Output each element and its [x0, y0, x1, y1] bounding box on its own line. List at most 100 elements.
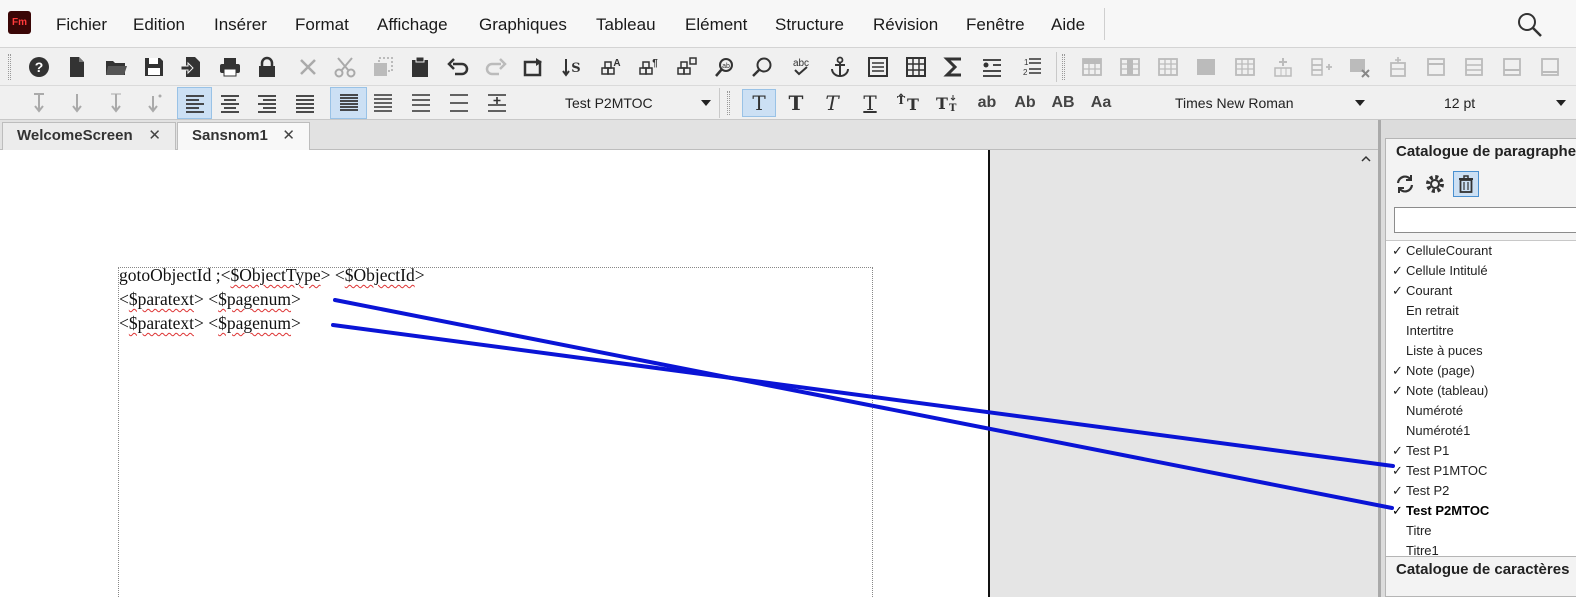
catalog-search-input[interactable] — [1394, 207, 1576, 233]
align-justify-icon[interactable] — [290, 88, 320, 118]
redo-icon[interactable] — [481, 52, 511, 82]
toolbar-grip[interactable] — [727, 91, 730, 115]
paragraph-format-item[interactable]: En retrait — [1386, 301, 1576, 321]
save-as-icon[interactable] — [176, 52, 206, 82]
paragraph-format-item[interactable]: ✓ Test P1MTOC — [1386, 461, 1576, 481]
paragraph-format-item[interactable]: Titre1 — [1386, 541, 1576, 557]
table-delete-icon[interactable] — [1344, 52, 1374, 82]
delete-icon[interactable] — [293, 52, 323, 82]
doc-line-paratext-1[interactable]: <$paratext> <$pagenum> — [119, 289, 301, 310]
titlecase-button[interactable]: Ab — [1008, 89, 1042, 117]
line-spacing-wide-icon[interactable] — [444, 88, 474, 118]
gear-icon[interactable] — [1422, 171, 1448, 197]
table-grid-icon[interactable] — [1230, 52, 1260, 82]
table-insert-row-above-icon[interactable] — [1077, 52, 1107, 82]
toolbar-grip[interactable] — [1062, 54, 1065, 80]
repeat-icon[interactable] — [519, 52, 549, 82]
align-right-icon[interactable] — [252, 88, 282, 118]
menu-fichier[interactable]: Fichier — [56, 14, 107, 36]
smallcaps-button[interactable]: Aa — [1084, 89, 1118, 117]
table-body-row-icon[interactable] — [1459, 52, 1489, 82]
anchor-icon[interactable] — [825, 52, 855, 82]
insert-table-icon[interactable] — [901, 52, 931, 82]
font-size-dropdown[interactable]: 12 pt — [1444, 91, 1568, 115]
menu-fenetre[interactable]: Fenêtre — [966, 14, 1025, 36]
paragraph-format-item[interactable]: Numéroté1 — [1386, 421, 1576, 441]
app-logo-icon[interactable]: Fm — [8, 11, 31, 34]
align-left-icon[interactable] — [177, 87, 212, 119]
table-straddle-icon[interactable] — [1535, 52, 1565, 82]
numbered-list-icon[interactable]: 12 — [1016, 52, 1046, 82]
menu-graphiques[interactable]: Graphiques — [479, 14, 567, 36]
lowercase-button[interactable]: ab — [970, 89, 1004, 117]
help-icon[interactable]: ? — [24, 52, 54, 82]
menu-format[interactable]: Format — [295, 14, 349, 36]
sum-icon[interactable] — [939, 52, 969, 82]
character-designer-icon[interactable]: A — [596, 52, 626, 82]
paragraph-designer-icon[interactable]: ¶ — [634, 52, 664, 82]
menu-tableau[interactable]: Tableau — [596, 14, 656, 36]
save-icon[interactable] — [139, 52, 169, 82]
close-icon[interactable]: ✕ — [148, 123, 161, 149]
paragraph-format-item[interactable]: ✓ Cellule Intitulé — [1386, 261, 1576, 281]
table-header-row-icon[interactable] — [1421, 52, 1451, 82]
menu-inserer[interactable]: Insérer — [214, 14, 267, 36]
undo-icon[interactable] — [443, 52, 473, 82]
align-bottom-icon[interactable] — [101, 88, 131, 118]
print-icon[interactable] — [215, 52, 245, 82]
underline-button[interactable]: T — [853, 89, 887, 117]
cut-icon[interactable] — [330, 52, 360, 82]
menu-edition[interactable]: Edition — [133, 14, 185, 36]
search-icon[interactable] — [1516, 11, 1544, 39]
refresh-icon[interactable] — [1392, 171, 1418, 197]
bold-button[interactable]: T — [779, 89, 813, 117]
paragraph-format-dropdown[interactable]: Test P2MTOC — [565, 91, 713, 115]
table-fill-icon[interactable] — [1191, 52, 1221, 82]
spell-check-icon[interactable]: abc — [786, 52, 816, 82]
plain-text-button[interactable]: T — [742, 89, 776, 117]
italic-button[interactable]: T — [815, 89, 849, 117]
menu-structure[interactable]: Structure — [775, 14, 844, 36]
marker-icon[interactable] — [863, 52, 893, 82]
table-footer-row-icon[interactable] — [1497, 52, 1527, 82]
document-page[interactable]: gotoObjectId ;<$ObjectType> <$ObjectId> … — [0, 150, 990, 597]
document-canvas[interactable]: gotoObjectId ;<$ObjectType> <$ObjectId> … — [0, 150, 1378, 597]
text-frame[interactable]: gotoObjectId ;<$ObjectType> <$ObjectId> … — [118, 265, 873, 597]
paragraph-format-item[interactable]: Titre — [1386, 521, 1576, 541]
doc-line-paratext-2[interactable]: <$paratext> <$pagenum> — [119, 313, 301, 334]
line-spacing-custom-icon[interactable] — [482, 88, 512, 118]
menu-aide[interactable]: Aide — [1051, 14, 1085, 36]
paragraph-format-item[interactable]: ✓ Courant — [1386, 281, 1576, 301]
table-add-column-icon[interactable] — [1306, 52, 1336, 82]
menu-revision[interactable]: Révision — [873, 14, 938, 36]
bullet-list-icon[interactable] — [977, 52, 1007, 82]
align-middle-icon[interactable] — [62, 88, 92, 118]
new-document-icon[interactable] — [62, 52, 92, 82]
subscript-icon[interactable]: TT — [930, 89, 964, 117]
open-folder-icon[interactable] — [101, 52, 131, 82]
tab-sansnom1[interactable]: Sansnom1 ✕ — [177, 122, 310, 150]
paragraph-format-item[interactable]: ✓ Test P2 — [1386, 481, 1576, 501]
lock-icon[interactable] — [252, 52, 282, 82]
zoom-icon[interactable] — [748, 52, 778, 82]
paragraph-format-item[interactable]: ✓ Test P2MTOC — [1386, 501, 1576, 521]
paragraph-format-item[interactable]: Intertitre — [1386, 321, 1576, 341]
paste-icon[interactable] — [405, 52, 435, 82]
superscript-icon[interactable]: TT — [891, 89, 925, 117]
table-designer-icon[interactable] — [672, 52, 702, 82]
paragraph-format-item[interactable]: ✓ Note (tableau) — [1386, 381, 1576, 401]
align-baseline-icon[interactable] — [139, 88, 169, 118]
close-icon[interactable]: ✕ — [282, 123, 295, 149]
table-split-icon[interactable] — [1383, 52, 1413, 82]
text-direction-icon[interactable]: S — [557, 52, 587, 82]
trash-icon[interactable] — [1453, 171, 1479, 197]
paragraph-format-item[interactable]: Numéroté — [1386, 401, 1576, 421]
find-replace-icon[interactable]: ab — [710, 52, 740, 82]
paragraph-format-item[interactable]: ✓ Note (page) — [1386, 361, 1576, 381]
line-spacing-single-icon[interactable] — [330, 87, 367, 119]
font-family-dropdown[interactable]: Times New Roman — [1175, 91, 1367, 115]
paragraph-format-item[interactable]: Liste à puces — [1386, 341, 1576, 361]
uppercase-button[interactable]: AB — [1046, 89, 1080, 117]
line-spacing-medium-icon[interactable] — [368, 88, 398, 118]
copy-icon[interactable] — [368, 52, 398, 82]
